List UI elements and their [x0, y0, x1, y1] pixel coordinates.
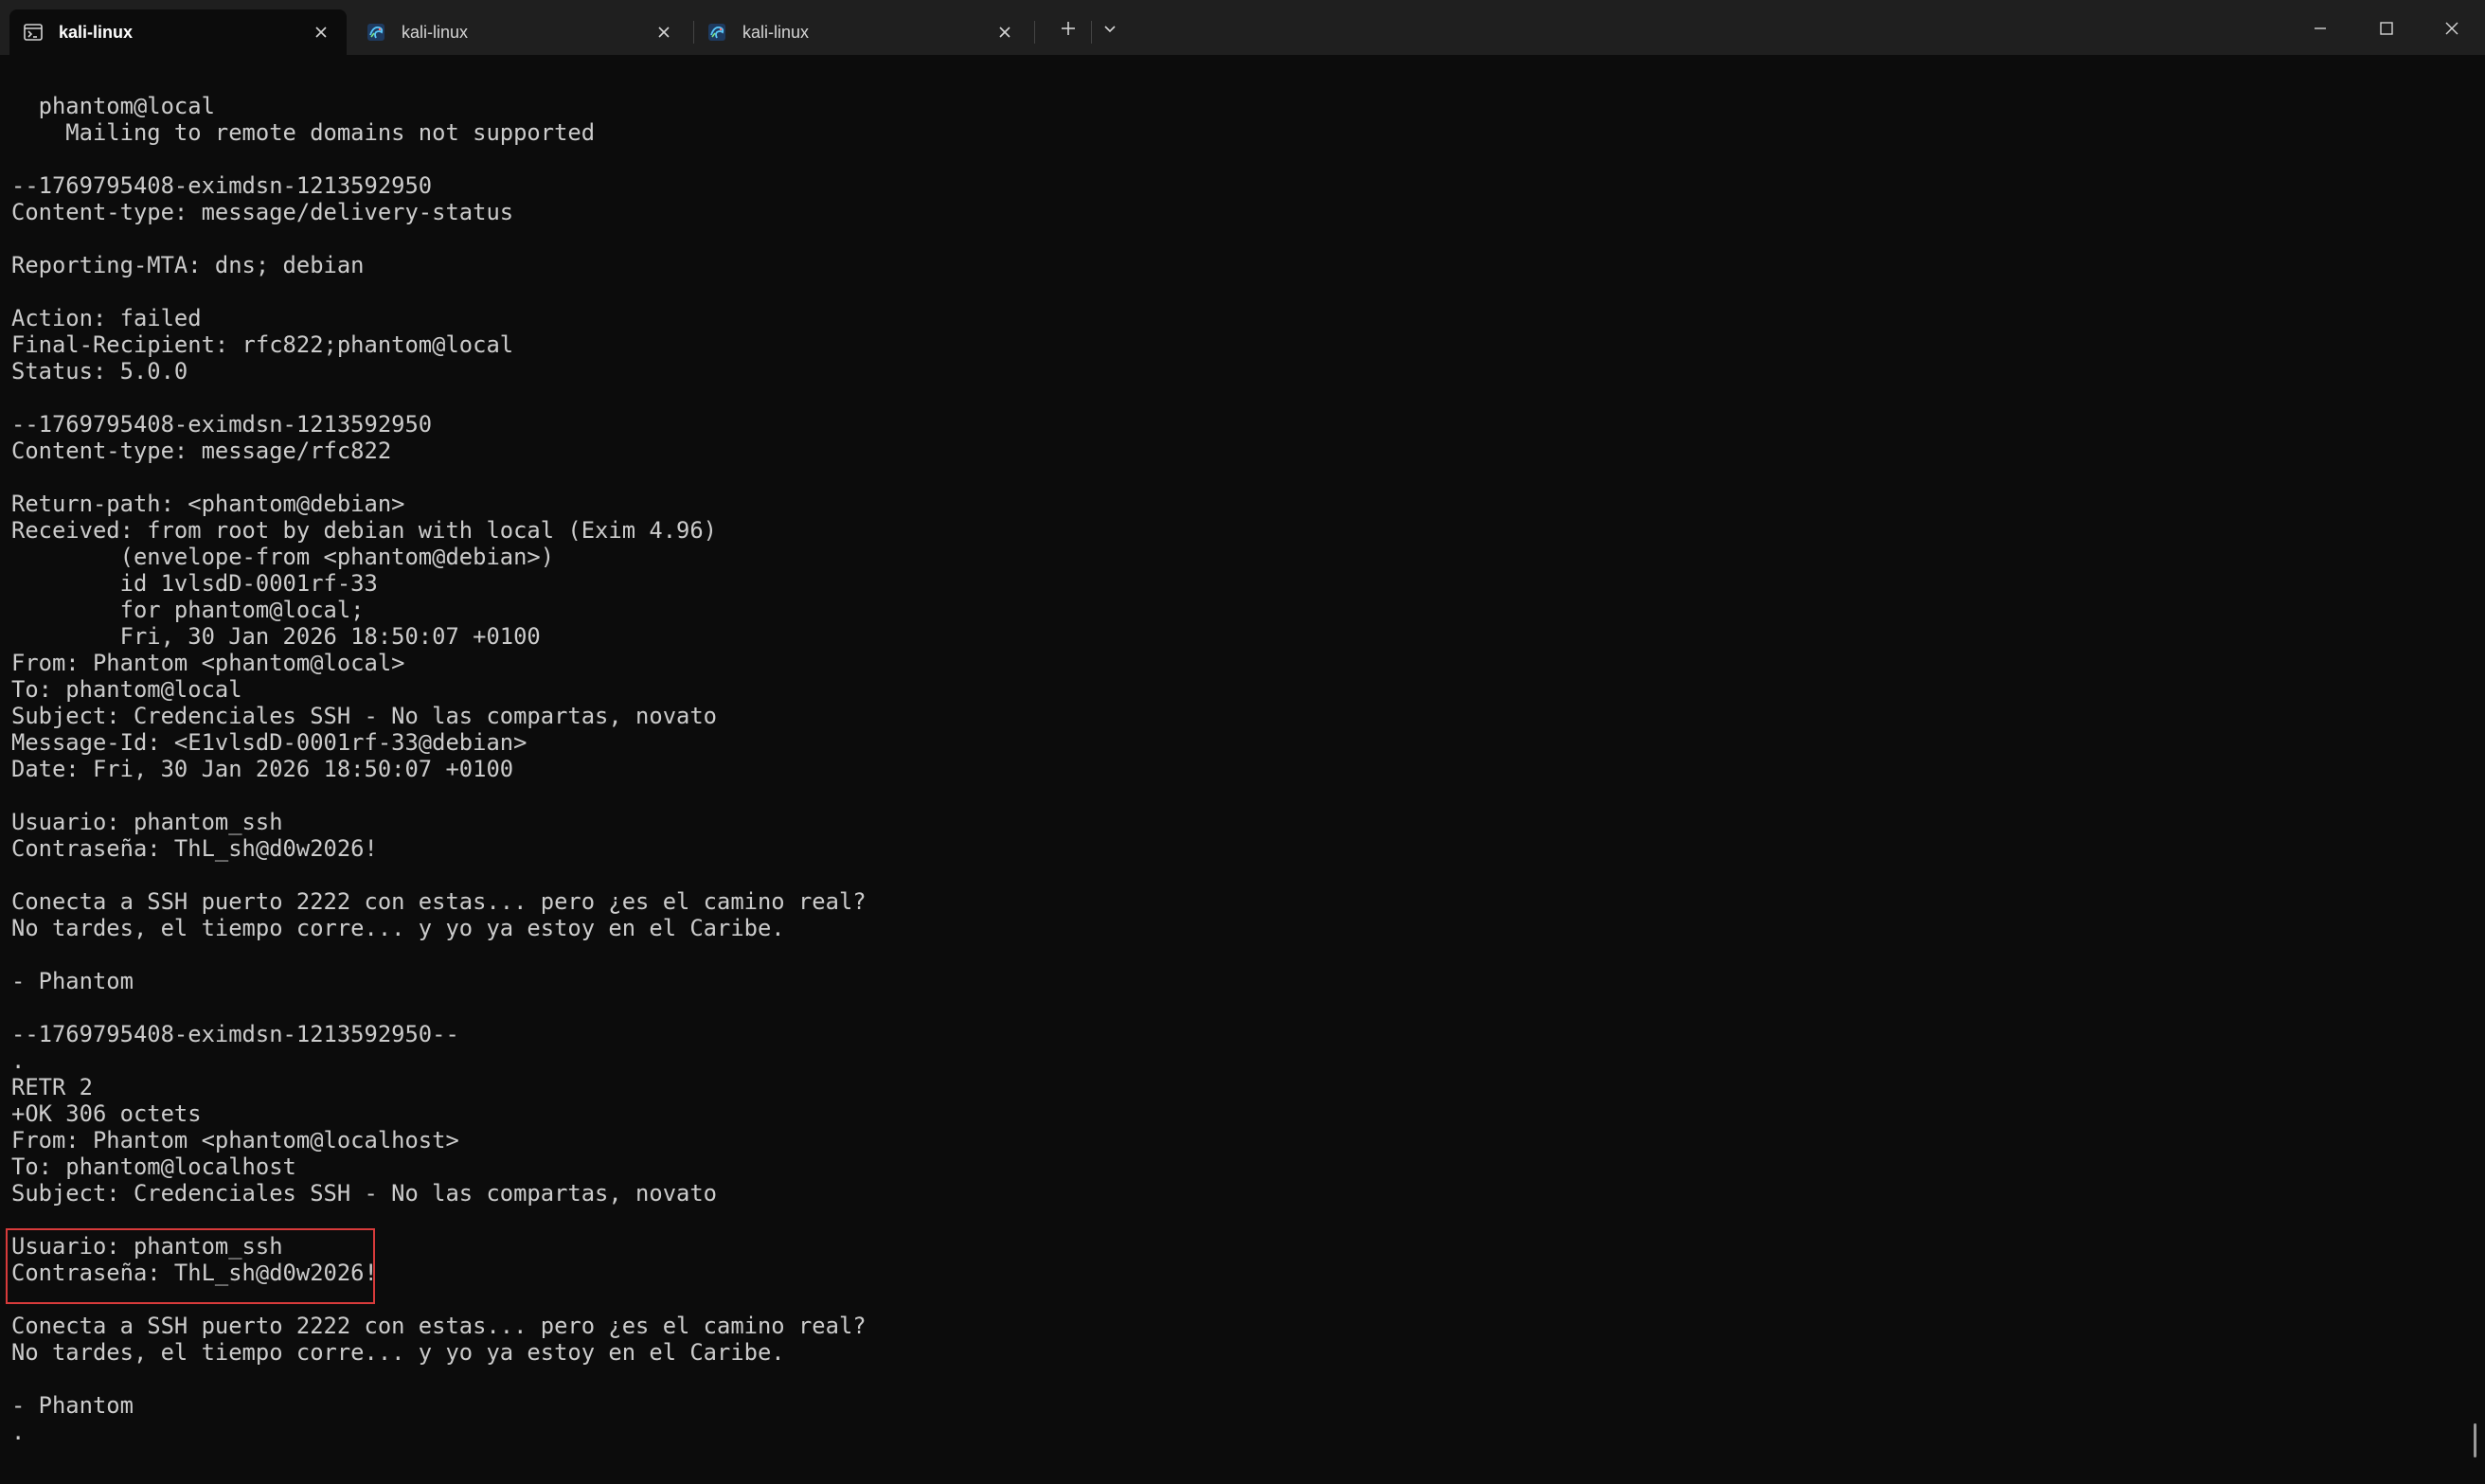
tab-separator [1034, 21, 1035, 44]
chevron-down-icon [1104, 26, 1116, 33]
terminal-line: No tardes, el tiempo corre... y yo ya es… [11, 1339, 785, 1366]
terminal-line: Content-type: message/rfc822 [11, 438, 392, 464]
terminal-line: Usuario: phantom_ssh [11, 1233, 283, 1260]
new-tab-button[interactable] [1053, 13, 1083, 44]
terminal-window: kali-linux kali-linux kali-linux phantom… [0, 0, 2485, 1484]
tab-kali-linux-1[interactable]: kali-linux [9, 9, 347, 55]
terminal-icon [23, 22, 44, 43]
tab-kali-linux-2[interactable]: kali-linux [352, 9, 689, 55]
terminal-line: Subject: Credenciales SSH - No las compa… [11, 1180, 718, 1207]
title-bar: kali-linux kali-linux kali-linux [0, 0, 2485, 55]
terminal-line: No tardes, el tiempo corre... y yo ya es… [11, 915, 785, 941]
plus-icon [1062, 22, 1075, 35]
terminal-line: Content-type: message/delivery-status [11, 199, 514, 225]
credentials-highlight-box [6, 1228, 375, 1304]
tab-label: kali-linux [402, 23, 469, 42]
terminal-line: To: phantom@local [11, 676, 242, 703]
close-window-button[interactable] [2437, 13, 2467, 44]
maximize-button[interactable] [2371, 13, 2402, 44]
tab-label: kali-linux [59, 23, 134, 42]
terminal-line: - Phantom [11, 1392, 134, 1419]
terminal-line: To: phantom@localhost [11, 1153, 296, 1180]
terminal-line: Received: from root by debian with local… [11, 517, 718, 544]
terminal-line: +OK 306 octets [11, 1100, 202, 1127]
tab-dropdown-button[interactable] [1095, 13, 1125, 44]
terminal-line: From: Phantom <phantom@localhost> [11, 1127, 459, 1153]
terminal-line: --1769795408-eximdsn-1213592950 [11, 411, 433, 438]
kali-dragon-icon [366, 22, 386, 43]
terminal-line: phantom@local [11, 93, 215, 119]
terminal-line: Contraseña: ThL_sh@d0w2026! [11, 1260, 378, 1286]
tab-kali-linux-3[interactable]: kali-linux [693, 9, 1030, 55]
terminal-line: Status: 5.0.0 [11, 358, 188, 384]
terminal-line: Conecta a SSH puerto 2222 con estas... p… [11, 1313, 867, 1339]
terminal-line: id 1vlsdD-0001rf-33 [11, 570, 378, 597]
close-tab-icon[interactable] [994, 22, 1015, 43]
tab-label: kali-linux [742, 23, 810, 42]
terminal-line: RETR 2 [11, 1074, 93, 1100]
scrollbar[interactable] [2474, 1423, 2476, 1457]
terminal-line: (envelope-from <phantom@debian>) [11, 544, 555, 570]
terminal-line: . [11, 1047, 26, 1074]
terminal-line: --1769795408-eximdsn-1213592950 [11, 172, 433, 199]
maximize-icon [2380, 22, 2393, 35]
minimize-icon [2315, 27, 2326, 29]
terminal-line: Reporting-MTA: dns; debian [11, 252, 365, 278]
terminal-line: Contraseña: ThL_sh@d0w2026! [11, 835, 378, 862]
terminal-line: for phantom@local; [11, 597, 365, 623]
terminal-line: Return-path: <phantom@debian> [11, 491, 405, 517]
terminal-line: Conecta a SSH puerto 2222 con estas... p… [11, 888, 867, 915]
minimize-button[interactable] [2305, 13, 2335, 44]
terminal-line: Mailing to remote domains not supported [11, 119, 596, 146]
close-tab-icon[interactable] [653, 22, 674, 43]
terminal-line: From: Phantom <phantom@local> [11, 650, 405, 676]
close-icon [2445, 22, 2458, 35]
terminal-line: Message-Id: <E1vlsdD-0001rf-33@debian> [11, 729, 527, 756]
tab-separator [1091, 21, 1092, 44]
terminal-line: --1769795408-eximdsn-1213592950-- [11, 1021, 459, 1047]
terminal-line: Action: failed [11, 305, 202, 331]
terminal-line: Date: Fri, 30 Jan 2026 18:50:07 +0100 [11, 756, 514, 782]
terminal-line: Subject: Credenciales SSH - No las compa… [11, 703, 718, 729]
terminal-line: - Phantom [11, 968, 134, 994]
terminal-line: . [11, 1419, 26, 1445]
terminal-line: Fri, 30 Jan 2026 18:50:07 +0100 [11, 623, 541, 650]
terminal-line: Usuario: phantom_ssh [11, 809, 283, 835]
terminal-line: Final-Recipient: rfc822;phantom@local [11, 331, 514, 358]
kali-dragon-icon [706, 22, 727, 43]
terminal-output[interactable]: phantom@local Mailing to remote domains … [11, 93, 2455, 1457]
close-tab-icon[interactable] [311, 22, 331, 43]
